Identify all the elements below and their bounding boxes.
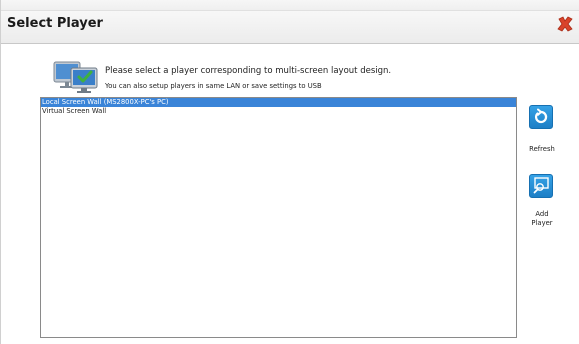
- add-player-label: Add Player: [517, 210, 567, 228]
- list-item[interactable]: Virtual Screen Wall: [41, 107, 516, 116]
- instruction-text: Please select a player corresponding to …: [105, 66, 392, 76]
- close-button[interactable]: [555, 14, 575, 34]
- instruction-subtext: You can also setup players in same LAN o…: [105, 82, 322, 90]
- monitor-check-icon: [53, 61, 98, 93]
- dialog-title: Select Player: [7, 16, 103, 31]
- refresh-button[interactable]: [529, 105, 553, 129]
- list-item[interactable]: Local Screen Wall (MS2800X-PC's PC): [41, 98, 516, 107]
- refresh-icon: [534, 108, 548, 124]
- close-icon: [557, 16, 573, 32]
- add-player-icon: [533, 177, 549, 194]
- select-player-dialog: Select Player Please select a player cor…: [0, 0, 579, 344]
- add-player-label-text: Add Player: [531, 210, 553, 227]
- add-player-button[interactable]: [529, 174, 553, 198]
- title-bar-top-strip: [1, 0, 579, 11]
- title-bar: Select Player: [1, 0, 579, 44]
- player-list[interactable]: Local Screen Wall (MS2800X-PC's PC) Virt…: [40, 97, 517, 338]
- refresh-label: Refresh: [529, 145, 555, 153]
